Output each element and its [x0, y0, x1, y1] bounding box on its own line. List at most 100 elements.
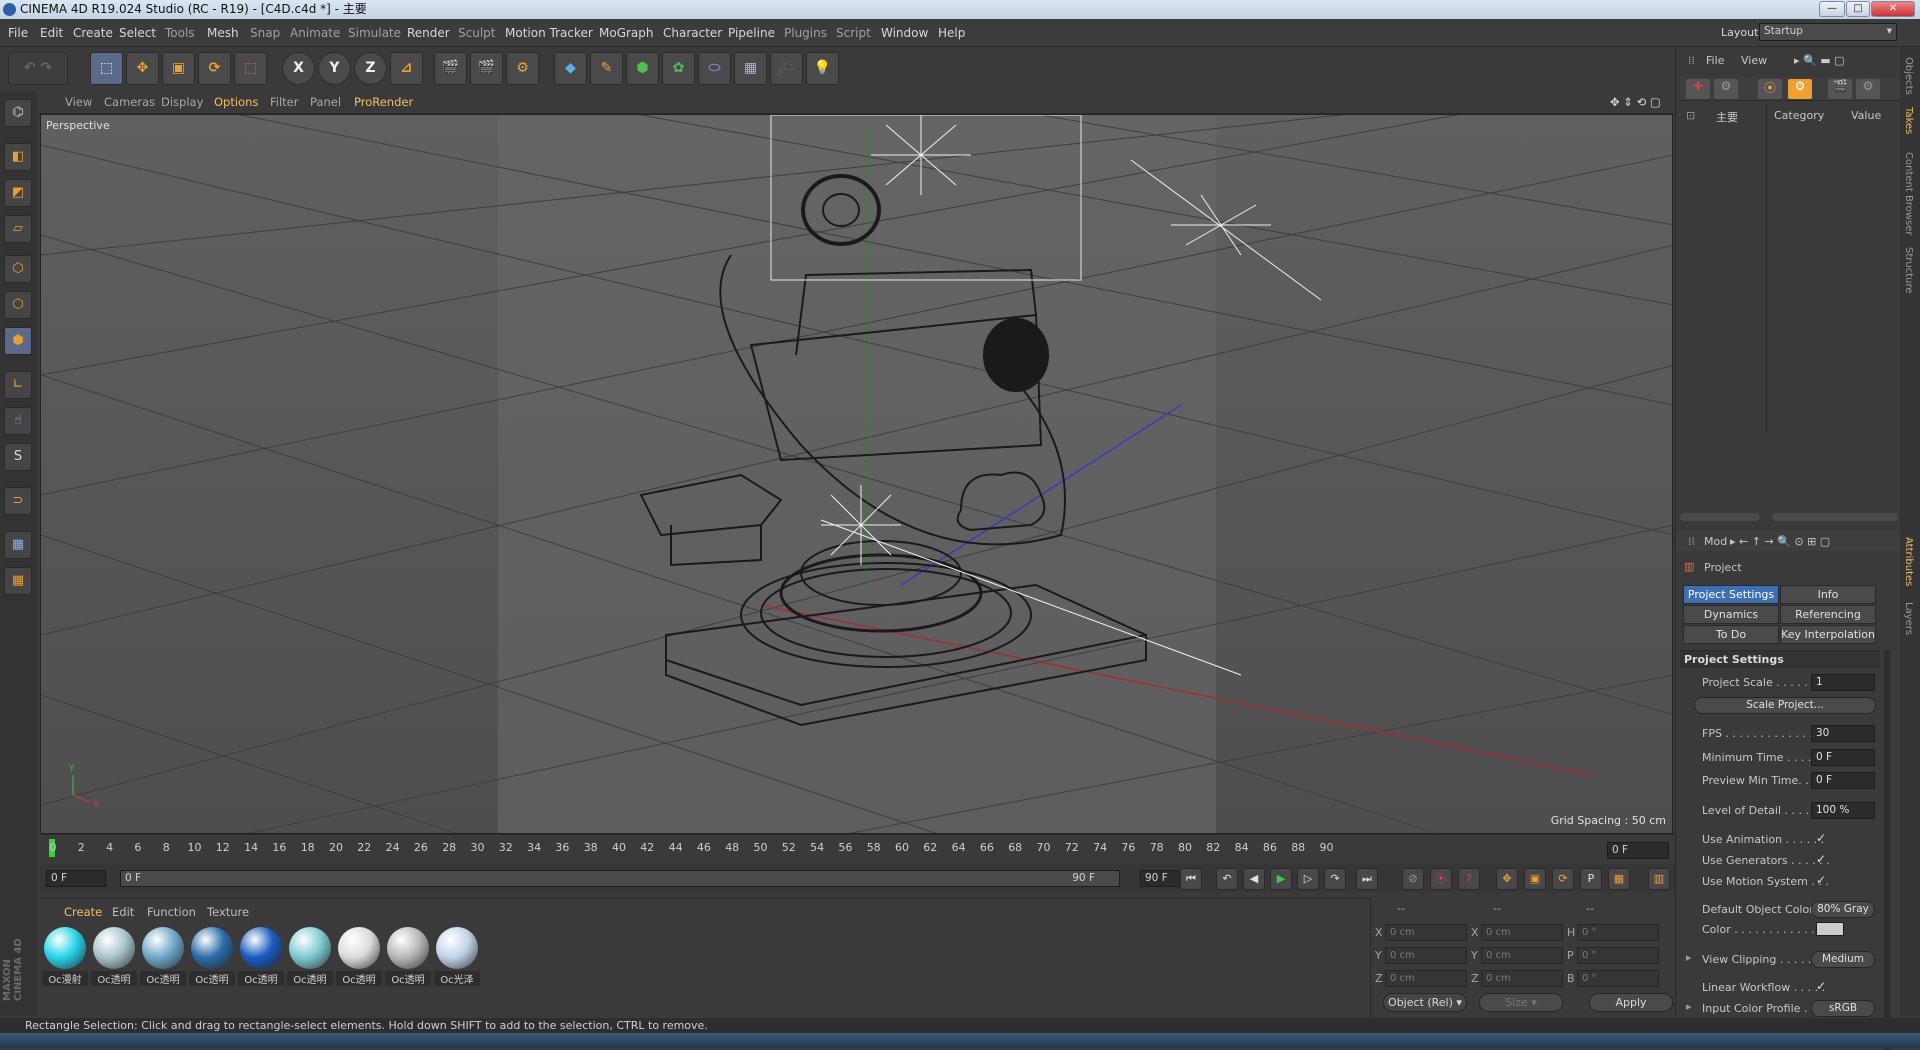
array-object-icon[interactable]: ✿ [662, 52, 695, 85]
y-axis-lock-button[interactable]: Y [318, 52, 351, 85]
attributes-mode-menu[interactable]: Mod [1704, 535, 1727, 548]
minimize-button[interactable]: — [1819, 1, 1845, 17]
lock-overrides-icon[interactable]: ⚙ [1788, 79, 1812, 99]
viewport-menu-display[interactable]: Display [161, 95, 203, 109]
default-object-color-dropdown[interactable]: 80% Gray [1811, 901, 1875, 918]
material-swatch[interactable]: Oc透明 [91, 927, 137, 989]
planar-workplane-icon[interactable]: ▦ [4, 567, 32, 595]
coord-size-dropdown[interactable]: Size ▾ [1479, 993, 1563, 1012]
previous-key-icon[interactable]: ↶ [1216, 868, 1238, 890]
subdivision-surface-icon[interactable]: ⬢ [626, 52, 659, 85]
takes-scrollbar-left[interactable] [1680, 513, 1760, 521]
coord-field[interactable]: 0 ° [1577, 924, 1659, 941]
view-clipping-dropdown[interactable]: Medium [1811, 951, 1875, 968]
coordinate-system-icon[interactable]: ⊿ [390, 52, 423, 85]
take-settings-icon[interactable]: ⚙ [1856, 79, 1880, 99]
material-swatch[interactable]: Oc透明 [140, 927, 186, 989]
objects-toolbar-icons[interactable]: ▸ 🔍 ▬ ▢ [1794, 54, 1845, 67]
side-tab-layers[interactable]: Layers [1903, 602, 1914, 635]
recent-tools-icon[interactable]: ⬚ [234, 52, 267, 85]
menu-plugins[interactable]: Plugins [784, 26, 827, 40]
rectangle-select-icon[interactable]: ⬚ [90, 52, 123, 85]
tab-info[interactable]: Info [1780, 585, 1876, 604]
locked-workplane-icon[interactable]: ▦ [4, 531, 32, 559]
use-animation-checkbox[interactable]: ✓ [1816, 831, 1826, 845]
material-swatch[interactable]: Oc透明 [238, 927, 284, 989]
key-scale-icon[interactable]: ▣ [1524, 868, 1546, 890]
x-axis-lock-button[interactable]: X [282, 52, 315, 85]
coord-field[interactable]: 0 cm [1385, 924, 1467, 941]
coord-field[interactable]: 0 cm [1481, 970, 1563, 987]
autokeying-icon[interactable]: ⦿ [1430, 868, 1452, 890]
side-tab-content-browser[interactable]: Content Browser [1903, 152, 1914, 235]
coord-field[interactable]: 0 ° [1577, 970, 1659, 987]
menu-render[interactable]: Render [407, 26, 450, 40]
move-tool-icon[interactable]: ✥ [126, 52, 159, 85]
tab-dynamics[interactable]: Dynamics [1683, 605, 1779, 624]
side-tab-attributes[interactable]: Attributes [1903, 537, 1914, 586]
key-rotation-icon[interactable]: ⟳ [1552, 868, 1574, 890]
menu-character[interactable]: Character [663, 26, 722, 40]
keyframe-selection-icon[interactable]: ? [1458, 868, 1480, 890]
menu-snap[interactable]: Snap [250, 26, 280, 40]
camera-object-icon[interactable]: 🎥 [770, 52, 803, 85]
enable-axis-icon[interactable]: ∟ [4, 371, 32, 399]
input-color-profile-dropdown[interactable]: sRGB [1811, 1000, 1875, 1017]
texture-mode-icon[interactable]: ◩ [4, 179, 32, 207]
solo-mode-icon[interactable]: S [4, 443, 32, 471]
viewport-menu-cameras[interactable]: Cameras [104, 95, 155, 109]
menu-create[interactable]: Create [73, 26, 113, 40]
level-of-detail-field[interactable]: 100 % [1811, 802, 1875, 819]
menu-animate[interactable]: Animate [290, 26, 340, 40]
menu-window[interactable]: Window [881, 26, 928, 40]
new-take-icon[interactable]: ✚ [1686, 79, 1710, 99]
make-editable-icon[interactable]: ⌬ [4, 99, 32, 127]
preview-range-slider[interactable]: 0 F 90 F [120, 870, 1120, 887]
menu-tools[interactable]: Tools [165, 26, 195, 40]
key-position-icon[interactable]: ✥ [1496, 868, 1518, 890]
z-axis-lock-button[interactable]: Z [354, 52, 387, 85]
floor-object-icon[interactable]: ▦ [734, 52, 767, 85]
expand-arrow-icon[interactable]: ▸ [1686, 951, 1692, 964]
coord-field[interactable]: 0 cm [1385, 947, 1467, 964]
snap-icon[interactable]: ⊃ [4, 487, 32, 515]
key-parameter-icon[interactable]: P [1580, 868, 1602, 890]
expand-arrow-icon[interactable]: ▸ [1686, 1000, 1692, 1013]
fps-field[interactable]: 30 [1811, 725, 1875, 742]
tab-referencing[interactable]: Referencing [1780, 605, 1876, 624]
tab-project-settings[interactable]: Project Settings [1683, 585, 1779, 604]
coord-field[interactable]: 0 cm [1481, 924, 1563, 941]
render-view-icon[interactable]: 🎬 [434, 52, 467, 85]
menu-pipeline[interactable]: Pipeline [728, 26, 775, 40]
viewport-menu-filter[interactable]: Filter [270, 95, 298, 109]
use-generators-checkbox[interactable]: ✓ [1816, 852, 1826, 866]
material-swatch[interactable]: Oc光泽 [434, 927, 480, 989]
close-button[interactable]: ✕ [1871, 1, 1915, 17]
menu-file[interactable]: File [8, 26, 28, 40]
current-frame-field[interactable]: 0 F [1607, 842, 1669, 859]
start-frame-field[interactable]: 0 F [46, 870, 106, 887]
clone-take-icon[interactable]: ⚙ [1714, 79, 1738, 99]
scale-tool-icon[interactable]: ▣ [162, 52, 195, 85]
render-take-icon[interactable]: 🎬 [1828, 79, 1852, 99]
render-picture-viewer-icon[interactable]: 🎬 [470, 52, 503, 85]
color-swatch[interactable] [1816, 922, 1844, 936]
rotate-tool-icon[interactable]: ⟳ [198, 52, 231, 85]
tab-key-interpolation[interactable]: Key Interpolation [1780, 625, 1876, 644]
apply-button[interactable]: Apply [1589, 993, 1673, 1012]
menu-script[interactable]: Script [836, 26, 871, 40]
material-swatch[interactable]: Oc透明 [385, 927, 431, 989]
attributes-nav-icons[interactable]: ▸ ← ↑ → 🔍 ⊙ ⊞ ▢ [1730, 535, 1830, 548]
deformer-icon[interactable]: ⬭ [698, 52, 731, 85]
take-expand-icon[interactable]: ⊡ [1686, 109, 1695, 122]
side-tab-objects[interactable]: Objects [1903, 57, 1914, 95]
material-swatch[interactable]: Oc透明 [336, 927, 382, 989]
minimum-time-field[interactable]: 0 F [1811, 749, 1875, 766]
timeline-ruler[interactable]: 0 2 4 6 8 10 12 14 16 18 20 22 24 26 28 30 32 34 36 38 40 42 4… [40, 834, 1675, 864]
objects-menu-view[interactable]: View [1741, 54, 1767, 67]
go-to-end-icon[interactable]: ⏭ [1356, 868, 1378, 890]
take-main[interactable]: 主要 [1716, 109, 1738, 125]
attributes-scrollbar[interactable] [1884, 650, 1890, 1050]
next-key-icon[interactable]: ↷ [1324, 868, 1346, 890]
menu-help[interactable]: Help [938, 26, 965, 40]
